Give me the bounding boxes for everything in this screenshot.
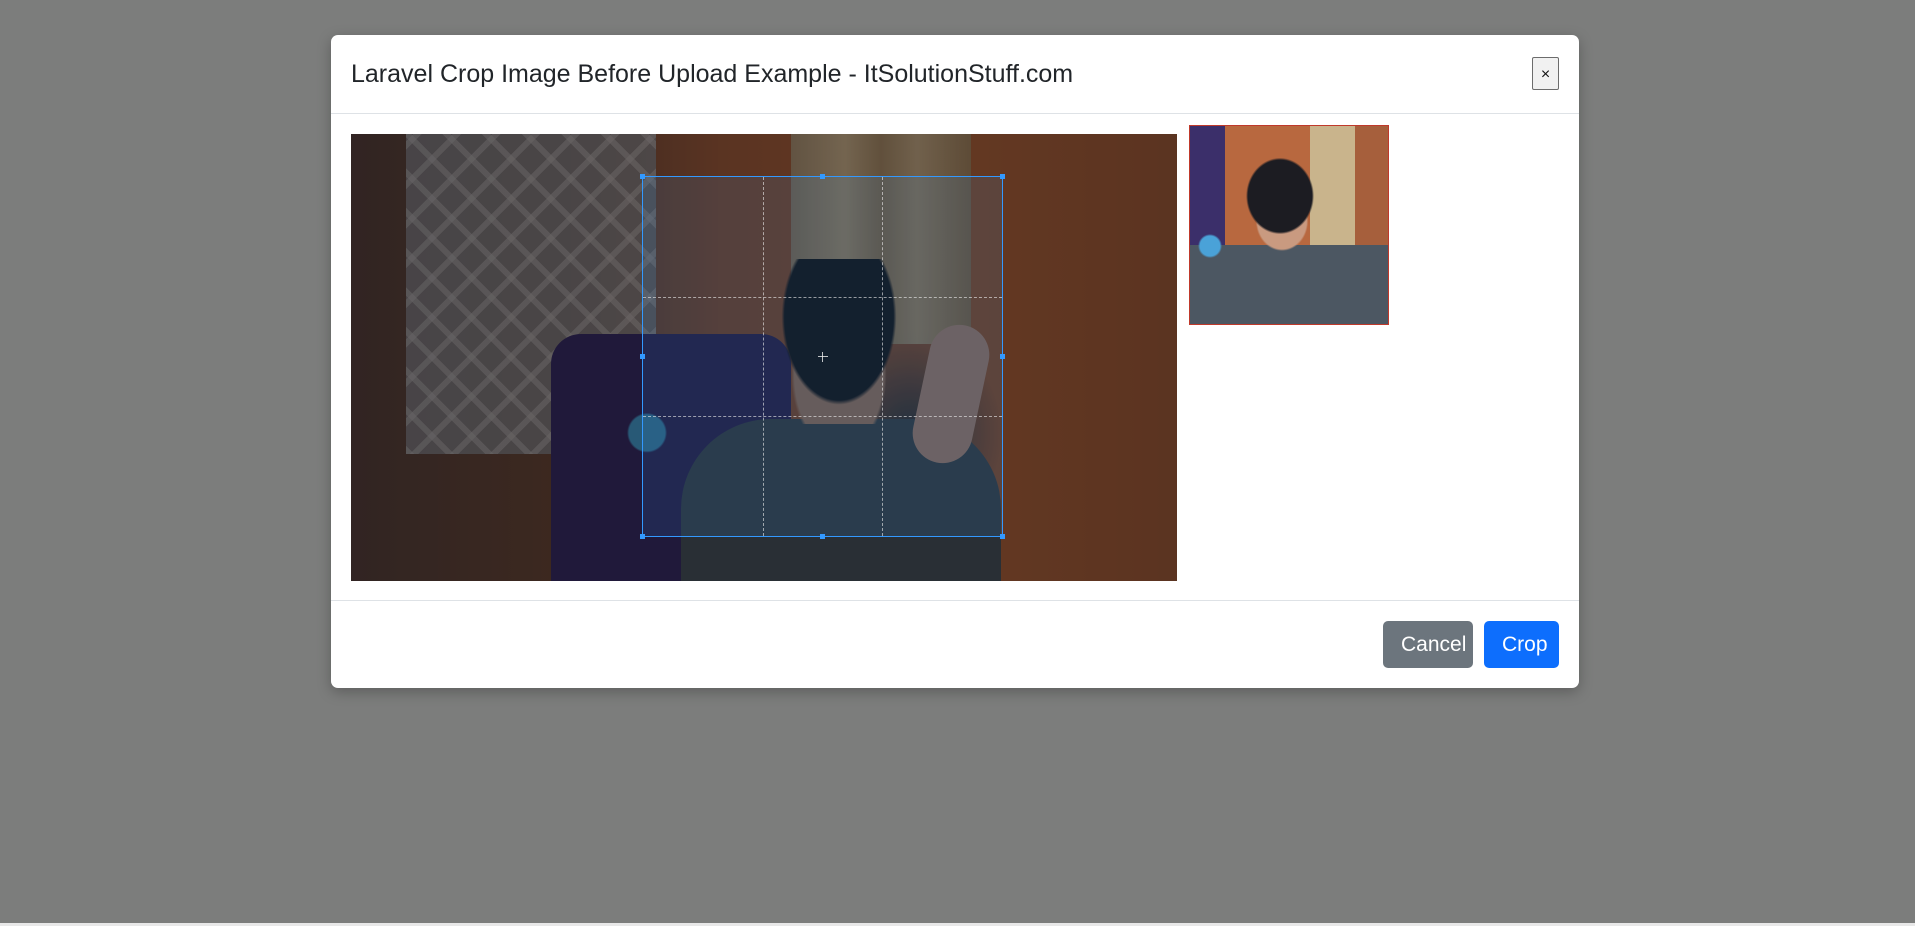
resize-handle-se[interactable] xyxy=(1000,534,1005,539)
crop-modal: Laravel Crop Image Before Upload Example… xyxy=(331,35,1579,688)
crop-canvas[interactable] xyxy=(351,134,1177,581)
resize-handle-n[interactable] xyxy=(819,174,825,179)
close-button[interactable]: × xyxy=(1532,57,1559,90)
resize-handle-s[interactable] xyxy=(819,534,825,539)
resize-handle-e[interactable] xyxy=(1000,353,1005,359)
resize-handle-ne[interactable] xyxy=(1000,174,1005,179)
grid-line xyxy=(643,416,1002,418)
modal-header: Laravel Crop Image Before Upload Example… xyxy=(331,35,1579,114)
cancel-button[interactable]: Cancel xyxy=(1383,621,1473,668)
crop-preview xyxy=(1189,125,1389,325)
resize-handle-nw[interactable] xyxy=(640,174,645,179)
modal-body xyxy=(331,114,1579,636)
grid-line xyxy=(882,177,884,536)
preview-image xyxy=(1190,126,1388,324)
grid-line xyxy=(643,296,1002,298)
crop-selection-box[interactable] xyxy=(640,174,1005,539)
modal-title: Laravel Crop Image Before Upload Example… xyxy=(351,60,1074,88)
crop-center-icon xyxy=(817,351,828,362)
resize-handle-sw[interactable] xyxy=(640,534,645,539)
modal-footer: Cancel Crop xyxy=(331,600,1579,688)
grid-line xyxy=(762,177,764,536)
crop-button[interactable]: Crop xyxy=(1484,621,1559,668)
resize-handle-w[interactable] xyxy=(640,353,645,359)
